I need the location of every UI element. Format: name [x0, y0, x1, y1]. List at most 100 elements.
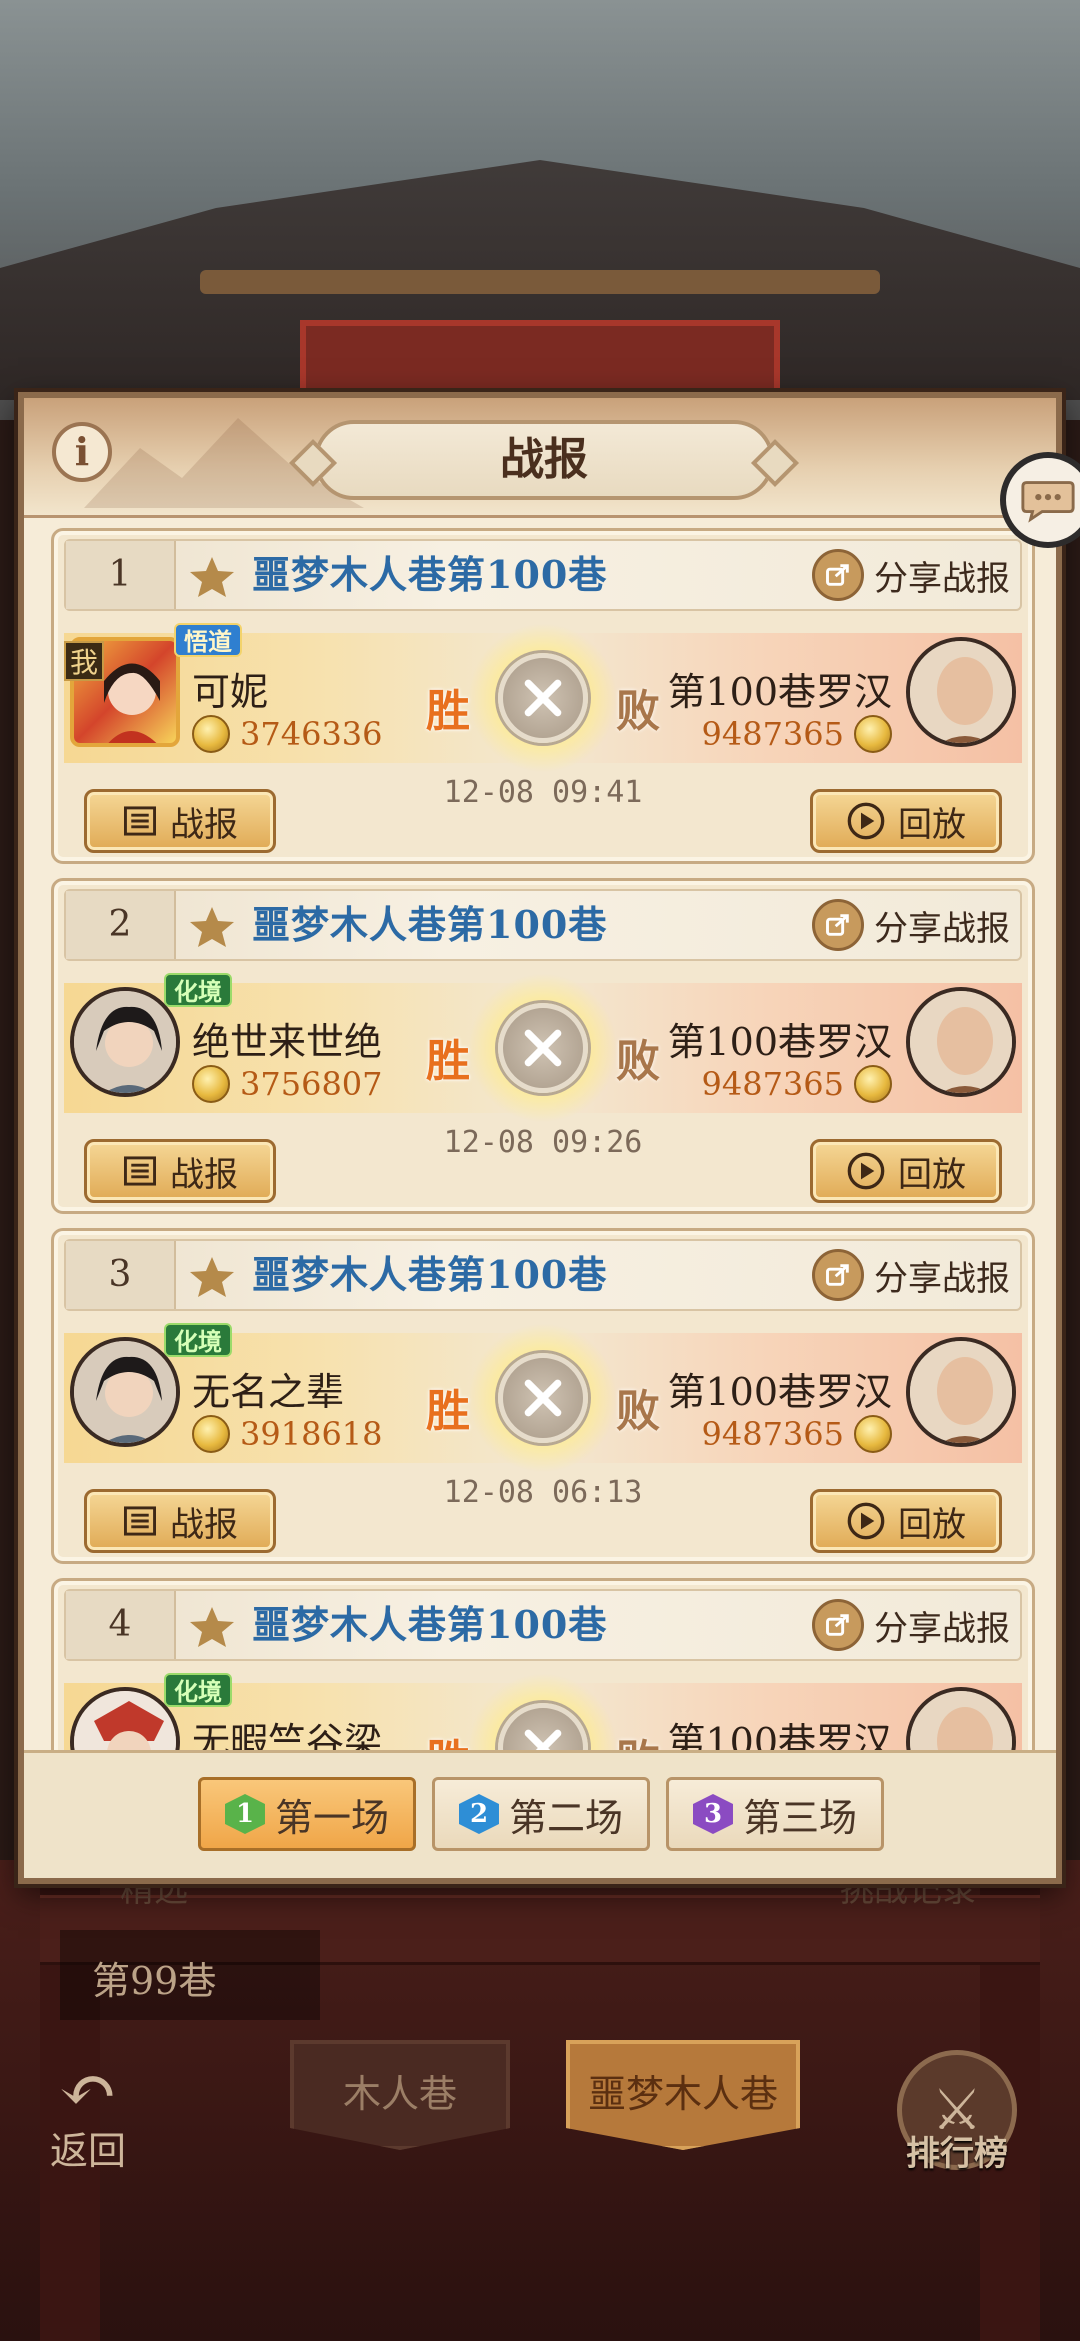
- stage-title: 噩梦木人巷第100巷: [252, 1602, 608, 1647]
- share-report-button[interactable]: 分享战报: [812, 899, 1010, 951]
- vs-emblem: 胜 败: [426, 1673, 660, 1756]
- dialog-title: 战报: [314, 420, 774, 500]
- opponent-avatar[interactable]: [906, 1337, 1016, 1447]
- vs-emblem: 胜 败: [426, 1323, 660, 1473]
- temple-plaque: [300, 320, 780, 400]
- stage-title: 噩梦木人巷第100巷: [252, 552, 608, 597]
- player-power-value: 3918618: [240, 1415, 383, 1453]
- view-report-button[interactable]: 战报: [84, 789, 276, 853]
- report-list[interactable]: 1 噩梦木人巷第100巷 分享战报 我 悟道 可妮 3746336 胜 败 第1…: [48, 528, 1038, 1756]
- chat-bubble-icon: [1021, 481, 1075, 523]
- opponent-power-value: 9487365: [701, 715, 844, 753]
- battle-report-dialog: i 战报 1 噩梦木人巷第100巷 分享战报 我 悟道 可妮 3746336 胜…: [18, 392, 1062, 1884]
- realm-badge: 化境: [164, 973, 232, 1007]
- star-icon: [190, 907, 234, 947]
- vs-emblem: 胜 败: [426, 973, 660, 1123]
- play-icon: [846, 801, 886, 841]
- power-coin-icon: [192, 1415, 230, 1453]
- report-label: 战报: [170, 1154, 238, 1195]
- player-avatar[interactable]: [70, 987, 180, 1097]
- share-report-button[interactable]: 分享战报: [812, 549, 1010, 601]
- card-header: 1 噩梦木人巷第100巷 分享战报: [64, 539, 1022, 611]
- realm-badge: 化境: [164, 1673, 232, 1707]
- me-badge: 我: [64, 641, 104, 681]
- view-report-button[interactable]: 战报: [84, 1139, 276, 1203]
- power-coin-icon: [854, 715, 892, 753]
- power-coin-icon: [192, 715, 230, 753]
- round-label: 第二场: [508, 1795, 623, 1840]
- player-name: 无名之辈: [192, 1370, 345, 1414]
- round-label: 第三场: [742, 1795, 857, 1840]
- stage-title: 噩梦木人巷第100巷: [252, 1252, 608, 1297]
- share-icon: [812, 1249, 864, 1301]
- round-number-badge: 3: [692, 1794, 733, 1834]
- lose-label: 败: [616, 686, 660, 737]
- back-button[interactable]: ↶ 返回: [28, 2055, 148, 2173]
- player-name: 可妮: [192, 670, 269, 714]
- crossed-swords-icon: [498, 1003, 588, 1093]
- share-report-button[interactable]: 分享战报: [812, 1599, 1010, 1651]
- opponent-name: 第100巷罗汉: [667, 1370, 892, 1414]
- share-label: 分享战报: [874, 1608, 1010, 1649]
- realm-badge: 化境: [164, 1323, 232, 1357]
- battle-row: 化境 无暇竺谷梁 胜 败 第100巷罗汉: [64, 1673, 1022, 1756]
- report-list-icon: [122, 1155, 158, 1187]
- report-index: 2: [66, 891, 176, 959]
- replay-button[interactable]: 回放: [810, 1489, 1002, 1553]
- tab-nightmare-muren-xiang[interactable]: 噩梦木人巷: [566, 2040, 800, 2150]
- opponent-power-value: 9487365: [701, 1065, 844, 1103]
- realm-badge: 悟道: [174, 623, 242, 657]
- opponent-power: 9487365: [701, 1065, 892, 1103]
- leaderboard-button[interactable]: ⚔ 排行榜: [892, 2050, 1022, 2190]
- replay-label: 回放: [898, 804, 966, 845]
- opponent-avatar[interactable]: [906, 637, 1016, 747]
- report-index: 1: [66, 541, 176, 609]
- player-power: 3746336: [192, 715, 383, 753]
- share-icon: [812, 549, 864, 601]
- opponent-name: 第100巷罗汉: [667, 1020, 892, 1064]
- crossed-swords-icon: [498, 1353, 588, 1443]
- player-power: 3756807: [192, 1065, 383, 1103]
- round-1-button[interactable]: 1 第一场: [198, 1777, 416, 1851]
- power-coin-icon: [854, 1415, 892, 1453]
- report-index: 3: [66, 1241, 176, 1309]
- round-2-button[interactable]: 2 第二场: [432, 1777, 650, 1851]
- stage-title: 噩梦木人巷第100巷: [252, 902, 608, 947]
- replay-button[interactable]: 回放: [810, 789, 1002, 853]
- report-label: 战报: [170, 804, 238, 845]
- share-report-button[interactable]: 分享战报: [812, 1249, 1010, 1301]
- round-label: 第一场: [274, 1795, 389, 1840]
- dialog-header: i 战报: [24, 398, 1056, 518]
- opponent-avatar[interactable]: [906, 987, 1016, 1097]
- opponent-power-value: 9487365: [701, 1415, 844, 1453]
- share-icon: [812, 1599, 864, 1651]
- share-label: 分享战报: [874, 1258, 1010, 1299]
- round-number-badge: 2: [458, 1794, 499, 1834]
- battle-row: 化境 无名之辈 3918618 胜 败 第100巷罗汉 9487365: [64, 1323, 1022, 1473]
- lose-label: 败: [616, 1386, 660, 1437]
- win-label: 胜: [426, 1386, 470, 1437]
- report-card: 1 噩梦木人巷第100巷 分享战报 我 悟道 可妮 3746336 胜 败 第1…: [51, 528, 1035, 864]
- win-label: 胜: [426, 1036, 470, 1087]
- player-avatar[interactable]: [70, 1337, 180, 1447]
- report-list-icon: [122, 805, 158, 837]
- replay-button[interactable]: 回放: [810, 1139, 1002, 1203]
- crossed-swords-icon: [498, 653, 588, 743]
- star-icon: [190, 557, 234, 597]
- round-3-button[interactable]: 3 第三场: [666, 1777, 884, 1851]
- replay-label: 回放: [898, 1154, 966, 1195]
- round-selector: 1 第一场 2 第二场 3 第三场: [24, 1750, 1056, 1878]
- report-card: 2 噩梦木人巷第100巷 分享战报 化境 绝世来世绝 3756807 胜 败 第…: [51, 878, 1035, 1214]
- leaderboard-label: 排行榜: [906, 2134, 1008, 2174]
- lose-label: 败: [616, 1036, 660, 1087]
- card-header: 2 噩梦木人巷第100巷 分享战报: [64, 889, 1022, 961]
- tab-muren-xiang[interactable]: 木人巷: [290, 2040, 510, 2150]
- view-report-button[interactable]: 战报: [84, 1489, 276, 1553]
- report-list-icon: [122, 1505, 158, 1537]
- roof-beam: [200, 270, 880, 294]
- opponent-name: 第100巷罗汉: [667, 670, 892, 714]
- back-label: 返回: [49, 2129, 126, 2173]
- opponent-power: 9487365: [701, 715, 892, 753]
- win-label: 胜: [426, 686, 470, 737]
- info-button[interactable]: i: [52, 422, 112, 482]
